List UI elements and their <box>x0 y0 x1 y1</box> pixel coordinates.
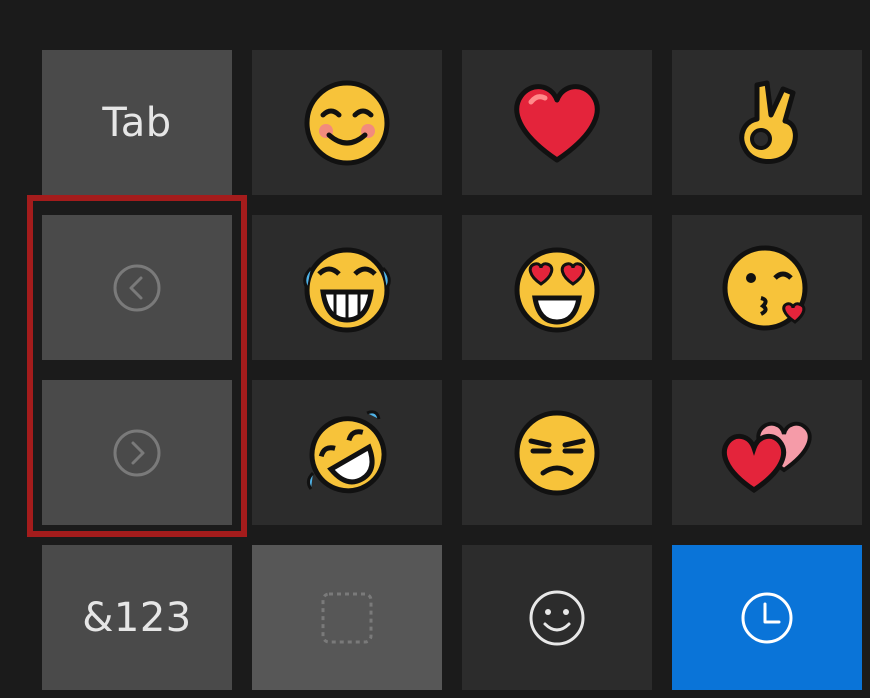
blowing-kiss-emoji-icon <box>722 245 808 330</box>
category-smiley-key[interactable] <box>462 545 652 690</box>
next-page-key[interactable] <box>42 380 232 525</box>
emoji-key-unamused[interactable] <box>462 380 652 525</box>
emoji-key-tears-of-joy[interactable] <box>252 215 442 360</box>
tab-key-label: Tab <box>102 99 172 146</box>
smiling-face-emoji-icon <box>304 80 390 165</box>
unamused-face-emoji-icon <box>514 410 600 495</box>
chevron-right-circle-icon <box>113 429 161 476</box>
emoji-key-blowing-kiss[interactable] <box>672 215 862 360</box>
previous-page-key[interactable] <box>42 215 232 360</box>
emoji-key-two-hearts[interactable] <box>672 380 862 525</box>
emoji-key-smiling-face[interactable] <box>252 50 442 195</box>
tab-key[interactable]: Tab <box>42 50 232 195</box>
heart-eyes-emoji-icon <box>514 247 600 332</box>
numbers-symbols-label: &123 <box>82 594 192 641</box>
emoji-key-ok-hand[interactable] <box>672 50 862 195</box>
red-heart-emoji-icon <box>514 83 600 162</box>
ok-hand-emoji-icon <box>739 80 798 164</box>
emoji-key-red-heart[interactable] <box>462 50 652 195</box>
dashed-square-icon <box>321 592 373 643</box>
clock-icon <box>741 592 793 643</box>
rolling-laughing-emoji-icon <box>306 409 387 493</box>
emoji-keyboard-panel: Tab &123 <box>0 0 870 698</box>
emoji-key-rolling-laughing[interactable] <box>252 380 442 525</box>
emoji-key-heart-eyes[interactable] <box>462 215 652 360</box>
numbers-symbols-key[interactable]: &123 <box>42 545 232 690</box>
category-blank-key[interactable] <box>252 545 442 690</box>
smiley-icon <box>529 590 585 645</box>
chevron-left-circle-icon <box>113 264 161 311</box>
tears-of-joy-emoji-icon <box>303 247 391 332</box>
category-recent-key[interactable] <box>672 545 862 690</box>
two-hearts-emoji-icon <box>722 421 812 493</box>
